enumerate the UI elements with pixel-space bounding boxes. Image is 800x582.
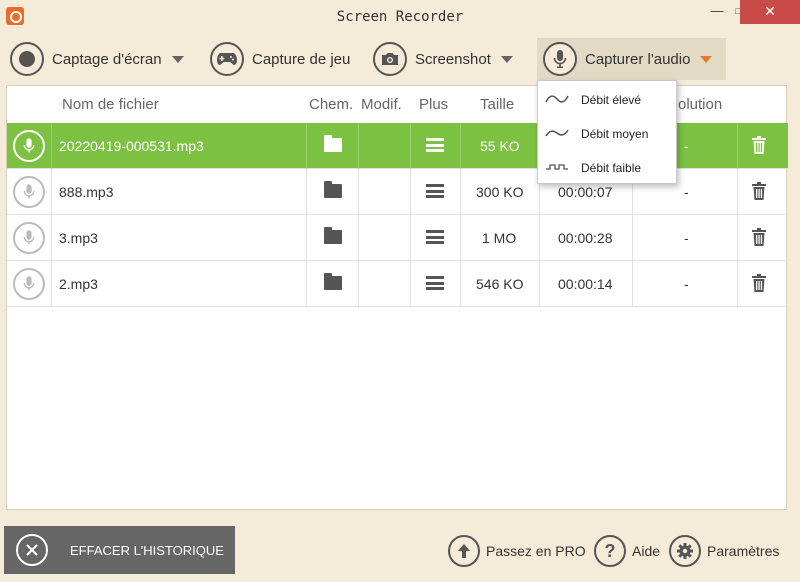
folder-icon[interactable]: [324, 135, 342, 152]
help-label: Aide: [632, 543, 661, 559]
clear-history-label: EFFACER L'HISTORIQUE: [70, 543, 224, 558]
game-capture-label: Capture de jeu: [252, 50, 351, 68]
file-resolution: -: [684, 184, 689, 200]
folder-icon[interactable]: [324, 273, 342, 290]
file-size: 546 KO: [476, 276, 524, 292]
microphone-icon: [13, 130, 45, 162]
chevron-down-icon[interactable]: [700, 55, 713, 63]
settings-label: Paramètres: [707, 543, 780, 559]
file-resolution: -: [684, 276, 689, 292]
menu-item-label: Débit moyen: [581, 127, 649, 141]
gamepad-icon: [210, 42, 244, 76]
table-row[interactable]: 3.mp3 1 MO 00:00:28 -: [7, 215, 788, 261]
file-name: 888.mp3: [59, 184, 114, 200]
file-size: 55 KO: [480, 138, 520, 154]
help-button[interactable]: ? Aide: [594, 534, 660, 568]
header-more[interactable]: Plus: [419, 96, 448, 113]
menu-icon[interactable]: [426, 184, 444, 198]
file-duration: 00:00:07: [558, 184, 613, 200]
record-icon: [10, 42, 44, 76]
trash-icon[interactable]: [752, 182, 766, 200]
file-duration: 00:00:14: [558, 276, 613, 292]
wave-medium-icon: [545, 129, 569, 137]
menu-item-label: Débit élevé: [581, 93, 642, 107]
menu-icon[interactable]: [426, 230, 444, 244]
header-path[interactable]: Chem.: [309, 96, 353, 113]
header-size[interactable]: Taille: [480, 96, 514, 113]
file-name: 2.mp3: [59, 276, 98, 292]
menu-item-high-bitrate[interactable]: Débit élevé: [538, 83, 678, 117]
trash-icon[interactable]: [752, 228, 766, 246]
file-name: 3.mp3: [59, 230, 98, 246]
header-resolution[interactable]: olution: [678, 96, 722, 113]
minimize-button[interactable]: —: [702, 0, 732, 24]
settings-button[interactable]: Paramètres: [669, 534, 779, 568]
menu-icon[interactable]: [426, 138, 444, 152]
chevron-down-icon[interactable]: [500, 55, 513, 63]
screen-capture-label: Captage d'écran: [52, 50, 162, 68]
file-size: 1 MO: [482, 230, 517, 246]
clear-history-button[interactable]: EFFACER L'HISTORIQUE: [4, 526, 235, 574]
trash-icon[interactable]: [752, 136, 766, 154]
file-name: 20220419-000531.mp3: [59, 138, 204, 154]
audio-capture-label: Capturer l'audio: [585, 50, 691, 68]
folder-icon[interactable]: [324, 227, 342, 244]
screen-capture-button[interactable]: Captage d'écran: [10, 38, 184, 80]
menu-item-medium-bitrate[interactable]: Débit moyen: [538, 117, 678, 151]
arrow-up-icon: [448, 535, 480, 567]
upgrade-pro-button[interactable]: Passez en PRO: [448, 534, 586, 568]
folder-icon[interactable]: [324, 181, 342, 198]
microphone-icon: [543, 42, 577, 76]
audio-quality-menu: Débit élevé Débit moyen Débit faible: [537, 80, 677, 184]
window-title: Screen Recorder: [336, 9, 464, 25]
trash-icon[interactable]: [752, 274, 766, 292]
file-resolution: -: [684, 230, 689, 246]
title-bar: Screen Recorder — □ ✕: [0, 0, 800, 34]
game-capture-button[interactable]: Capture de jeu: [210, 38, 350, 80]
close-button[interactable]: ✕: [740, 0, 800, 24]
gear-icon: [669, 535, 701, 567]
header-modif[interactable]: Modif.: [361, 96, 402, 113]
menu-item-low-bitrate[interactable]: Débit faible: [538, 151, 678, 185]
file-duration: 00:00:28: [558, 230, 613, 246]
wave-high-icon: [545, 95, 569, 103]
screenshot-label: Screenshot: [415, 50, 491, 68]
wave-low-icon: [546, 164, 568, 170]
question-icon: ?: [594, 535, 626, 567]
file-resolution: -: [684, 138, 689, 154]
audio-capture-button[interactable]: Capturer l'audio: [537, 38, 727, 80]
menu-icon[interactable]: [426, 276, 444, 290]
file-size: 300 KO: [476, 184, 524, 200]
toolbar: Captage d'écran Capture de jeu Screensho…: [0, 38, 800, 80]
microphone-icon: [13, 176, 45, 208]
microphone-icon: [13, 268, 45, 300]
menu-item-label: Débit faible: [581, 161, 642, 175]
close-circle-icon: [16, 534, 48, 566]
header-name[interactable]: Nom de fichier: [62, 96, 159, 113]
chevron-down-icon[interactable]: [171, 55, 184, 63]
camera-icon: [373, 42, 407, 76]
screenshot-button[interactable]: Screenshot: [373, 38, 513, 80]
table-row[interactable]: 2.mp3 546 KO 00:00:14 -: [7, 261, 788, 307]
upgrade-pro-label: Passez en PRO: [486, 543, 586, 559]
microphone-icon: [13, 222, 45, 254]
